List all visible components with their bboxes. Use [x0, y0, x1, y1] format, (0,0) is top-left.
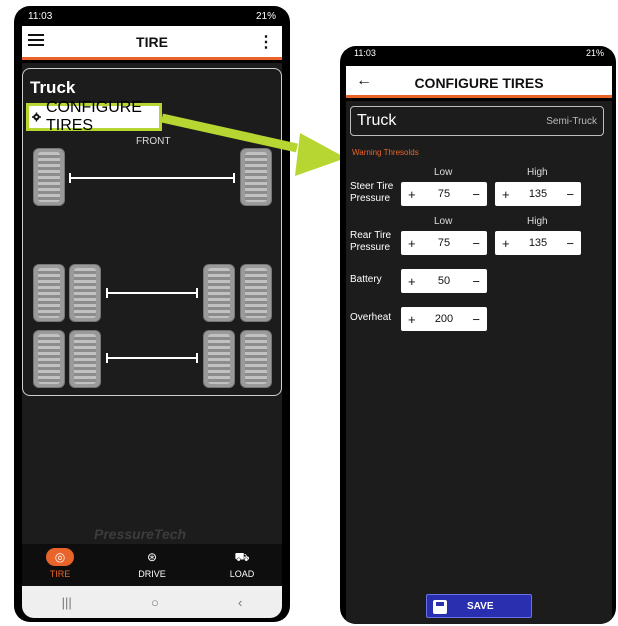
plus-button[interactable]: +	[408, 274, 416, 289]
tire-icon: ◎	[46, 548, 74, 566]
main-content	[346, 101, 612, 624]
steer-low-value: 75	[437, 188, 451, 200]
status-bar: 11:03 21%	[346, 48, 612, 64]
warning-thresholds-label: Warning Thresolds	[352, 148, 419, 157]
steer-high-stepper[interactable]: + 135 −	[495, 182, 581, 206]
status-battery: 21%	[585, 48, 604, 58]
tire-front-right[interactable]	[240, 148, 272, 206]
front-label: FRONT	[136, 136, 171, 147]
status-time: 11:03	[28, 10, 53, 22]
steer-low-stepper[interactable]: + 75 −	[401, 182, 487, 206]
nav-tire-label: TIRE	[49, 569, 71, 579]
minus-button[interactable]: −	[566, 187, 574, 202]
tire-rear2-right-inner[interactable]	[203, 330, 235, 388]
axle-front	[69, 173, 235, 183]
overheat-stepper[interactable]: + 200 −	[401, 307, 487, 331]
rear-low-value: 75	[437, 237, 451, 249]
vehicle-field[interactable]: Truck Semi-Truck	[350, 106, 604, 136]
system-nav: ||| ○ ‹	[22, 586, 282, 618]
high-column-label: High	[527, 167, 548, 178]
home-icon[interactable]: ○	[151, 595, 159, 610]
plus-button[interactable]: +	[408, 236, 416, 251]
bottom-nav: ◎ TIRE ⊛ DRIVE ⛟ LOAD	[22, 544, 282, 586]
tire-rear2-right-outer[interactable]	[240, 330, 272, 388]
nav-load[interactable]: ⛟ LOAD	[212, 548, 272, 579]
tire-front-left[interactable]	[33, 148, 65, 206]
axle-rear1	[106, 288, 198, 298]
battery-value: 50	[437, 275, 451, 287]
minus-button[interactable]: −	[472, 274, 480, 289]
configure-tires-highlight: CONFIGURE TIRES	[26, 99, 162, 134]
plus-button[interactable]: +	[408, 312, 416, 327]
nav-load-label: LOAD	[229, 569, 255, 579]
tire-rear1-right-outer[interactable]	[240, 264, 272, 322]
rear-tire-pressure-label: Rear Tire Pressure	[350, 230, 392, 253]
tire-rear1-right-inner[interactable]	[203, 264, 235, 322]
save-label: SAVE	[467, 601, 494, 612]
status-bar: 11:03 21%	[22, 6, 282, 26]
brand-logo: PressureTech	[94, 526, 187, 542]
overheat-value: 200	[434, 313, 454, 325]
steer-high-value: 135	[528, 188, 548, 200]
overheat-label: Overheat	[350, 312, 392, 323]
nav-tire[interactable]: ◎ TIRE	[30, 548, 90, 579]
save-button[interactable]: SAVE	[426, 594, 532, 618]
page-title: CONFIGURE TIRES	[414, 75, 544, 91]
load-icon: ⛟	[234, 550, 250, 564]
battery-stepper[interactable]: + 50 −	[401, 269, 487, 293]
configure-tires-button[interactable]: CONFIGURE TIRES	[32, 99, 156, 134]
vehicle-name: Truck	[30, 78, 76, 97]
high-column-label: High	[527, 216, 548, 227]
steering-wheel-icon: ⊛	[146, 550, 158, 564]
minus-button[interactable]: −	[472, 312, 480, 327]
plus-button[interactable]: +	[502, 187, 510, 202]
back-icon[interactable]: ‹	[238, 595, 242, 610]
nav-drive-label: DRIVE	[138, 569, 166, 579]
steer-tire-pressure-label: Steer Tire Pressure	[350, 181, 394, 204]
app-bar: TIRE ⋮	[22, 26, 282, 60]
plus-button[interactable]: +	[502, 236, 510, 251]
status-time: 11:03	[354, 48, 376, 58]
minus-button[interactable]: −	[472, 187, 480, 202]
minus-button[interactable]: −	[566, 236, 574, 251]
rear-low-stepper[interactable]: + 75 −	[401, 231, 487, 255]
status-battery: 21%	[255, 10, 276, 22]
low-column-label: Low	[434, 167, 453, 178]
rear-high-stepper[interactable]: + 135 −	[495, 231, 581, 255]
vehicle-type: Semi-Truck	[546, 116, 597, 127]
gear-icon	[32, 112, 41, 122]
vehicle-name: Truck	[357, 112, 397, 129]
tire-rear1-left-inner[interactable]	[69, 264, 101, 322]
app-bar: ← CONFIGURE TIRES	[346, 66, 612, 98]
plus-button[interactable]: +	[408, 187, 416, 202]
rear-high-value: 135	[528, 237, 548, 249]
nav-drive[interactable]: ⊛ DRIVE	[122, 548, 182, 579]
tire-rear2-left-inner[interactable]	[69, 330, 101, 388]
low-column-label: Low	[434, 216, 453, 227]
recents-icon[interactable]: |||	[62, 595, 72, 610]
minus-button[interactable]: −	[472, 236, 480, 251]
page-title: TIRE	[136, 34, 168, 50]
tire-rear2-left-outer[interactable]	[33, 330, 65, 388]
tire-rear1-left-outer[interactable]	[33, 264, 65, 322]
battery-label: Battery	[350, 274, 382, 285]
save-disk-icon	[433, 600, 447, 614]
axle-rear2	[106, 353, 198, 363]
configure-tires-label: CONFIGURE TIRES	[45, 99, 142, 134]
overflow-menu-icon[interactable]: ⋮	[258, 32, 274, 52]
